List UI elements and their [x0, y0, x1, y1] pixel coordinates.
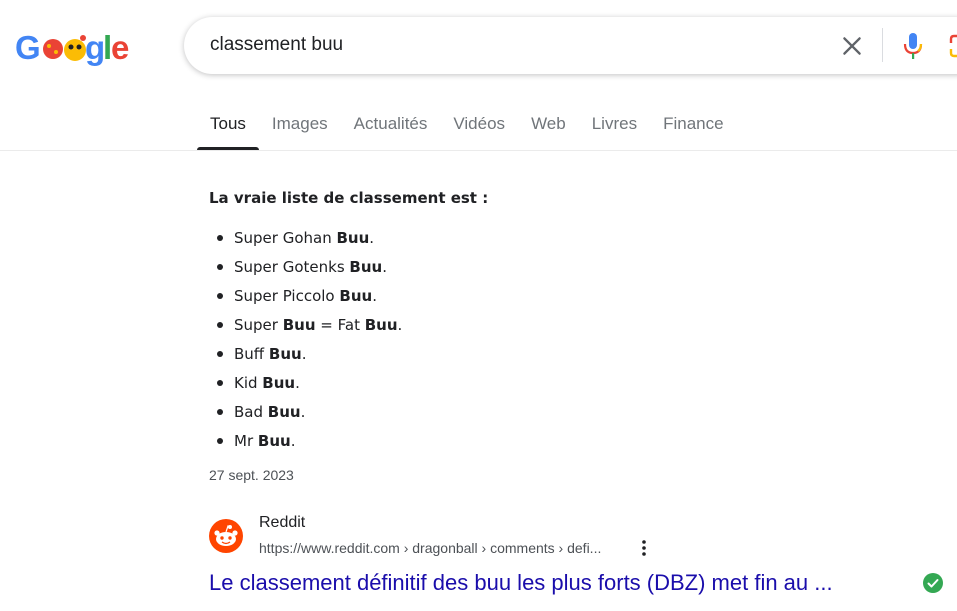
item-bold: Buu [282, 316, 316, 334]
item-text: Bad [234, 403, 268, 421]
svg-text:e: e [111, 29, 129, 66]
check-circle-icon [923, 573, 943, 593]
item-post: . [301, 345, 307, 363]
microphone-icon[interactable] [901, 31, 925, 61]
result-title-link[interactable]: Le classement définitif des buu les plus… [209, 570, 833, 596]
tab-actualites[interactable]: Actualités [341, 104, 441, 150]
tab-images[interactable]: Images [259, 104, 341, 150]
item-text: Mr [234, 432, 258, 450]
result-url[interactable]: https://www.reddit.com › dragonball › co… [259, 540, 601, 556]
more-vert-icon[interactable] [636, 538, 652, 558]
item-mid: = Fat [315, 316, 365, 334]
item-post: . [369, 229, 375, 247]
item-bold: Buu [336, 229, 370, 247]
item-bold: Buu [339, 287, 373, 305]
item-text: Super Gohan [234, 229, 337, 247]
item-bold: Buu [349, 258, 383, 276]
svg-text:G: G [15, 29, 41, 66]
close-icon[interactable] [839, 33, 865, 59]
item-post: . [290, 432, 296, 450]
search-tabs: Tous Images Actualités Vidéos Web Livres… [197, 104, 737, 150]
item-bold: Buu [257, 432, 291, 450]
item-bold: Buu [268, 345, 302, 363]
item-bold-2: Buu [364, 316, 398, 334]
search-box [184, 17, 957, 74]
list-item: Buff Buu. [216, 343, 402, 372]
list-item: Super Gotenks Buu. [216, 256, 402, 285]
item-post: . [397, 316, 403, 334]
result-source-name[interactable]: Reddit [259, 514, 305, 532]
tab-finance[interactable]: Finance [650, 104, 736, 150]
item-text: Kid [234, 374, 263, 392]
reddit-icon[interactable] [209, 519, 243, 553]
list-item: Bad Buu. [216, 401, 402, 430]
tab-livres[interactable]: Livres [579, 104, 650, 150]
snippet-heading: La vraie liste de classement est : [209, 189, 489, 207]
list-item: Super Gohan Buu. [216, 227, 402, 256]
item-post: . [382, 258, 387, 276]
item-text: Super [234, 316, 283, 334]
snippet-date: 27 sept. 2023 [209, 467, 294, 483]
item-text: Super Gotenks [234, 258, 350, 276]
item-post: . [295, 374, 300, 392]
item-text: Buff [234, 345, 269, 363]
list-item: Mr Buu. [216, 430, 402, 459]
tab-web[interactable]: Web [518, 104, 579, 150]
item-post: . [300, 403, 306, 421]
list-item: Kid Buu. [216, 372, 402, 401]
google-logo[interactable]: G g l e [15, 28, 129, 68]
tab-videos[interactable]: Vidéos [440, 104, 518, 150]
list-item: Super Piccolo Buu. [216, 285, 402, 314]
tab-tous[interactable]: Tous [197, 104, 259, 150]
camera-lens-icon[interactable] [948, 33, 957, 59]
item-post: . [372, 287, 377, 305]
item-text: Super Piccolo [234, 287, 340, 305]
item-bold: Buu [262, 374, 296, 392]
search-input[interactable] [210, 31, 810, 59]
item-bold: Buu [267, 403, 301, 421]
snippet-list: Super Gohan Buu. Super Gotenks Buu. Supe… [216, 227, 403, 459]
tabs-divider [0, 150, 957, 151]
search-divider [882, 28, 883, 62]
list-item: Super Buu = Fat Buu. [216, 314, 403, 343]
